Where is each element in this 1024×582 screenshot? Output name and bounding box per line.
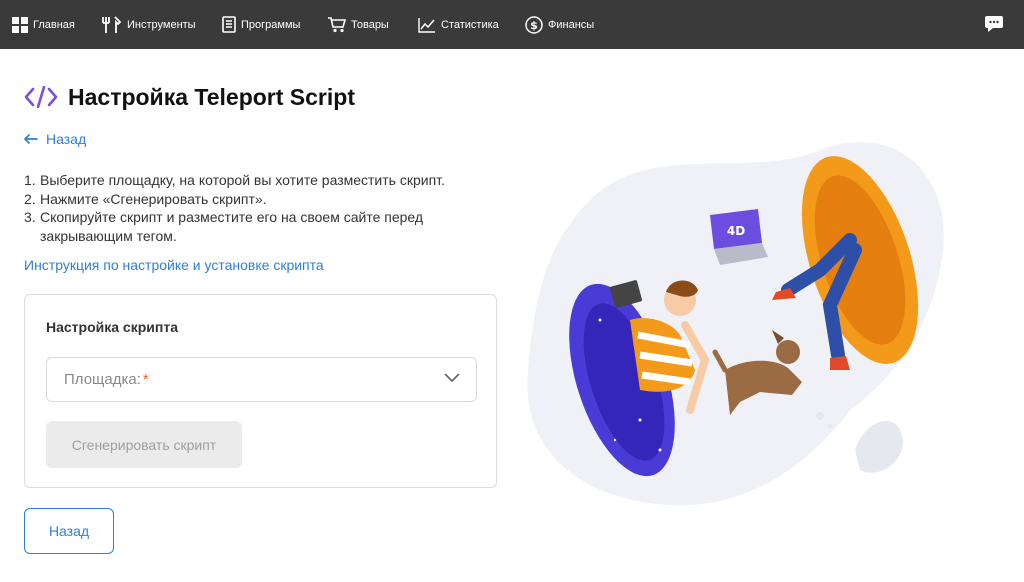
step-number: 2. xyxy=(24,190,36,207)
platform-select-label: Площадка: * xyxy=(64,371,149,388)
chat-button[interactable] xyxy=(984,14,1004,39)
nav-item-label: Главная xyxy=(33,18,75,31)
svg-text:$: $ xyxy=(530,19,538,32)
dollar-circle-icon: $ xyxy=(525,15,543,34)
nav-item-label: Товары xyxy=(351,18,389,31)
required-mark: * xyxy=(142,371,149,388)
step-text: Скопируйте скрипт и разместите его на св… xyxy=(40,209,424,244)
step-number: 3. xyxy=(24,209,36,225)
chevron-down-icon xyxy=(444,373,460,382)
chart-line-icon xyxy=(418,17,435,33)
cart-icon xyxy=(328,16,346,32)
nav-item-statistics[interactable]: Статистика xyxy=(418,0,499,49)
nav-item-label: Статистика xyxy=(441,18,499,31)
list-item: 3. Скопируйте скрипт и разместите его на … xyxy=(24,208,494,245)
svg-text:4D: 4D xyxy=(727,224,745,238)
chat-bubble-icon xyxy=(985,16,1003,32)
card-title: Настройка скрипта xyxy=(46,319,178,335)
nav-item-programs[interactable]: Программы xyxy=(222,0,300,49)
generate-script-button[interactable]: Сгенерировать скрипт xyxy=(46,421,242,468)
nav-item-home[interactable]: Главная xyxy=(12,0,75,49)
back-link-label: Назад xyxy=(46,131,87,147)
list-item: 1. Выберите площадку, на которой вы хотит… xyxy=(24,171,494,190)
nav-item-label: Инструменты xyxy=(127,18,196,31)
step-text: Выберите площадку, на которой вы хотите … xyxy=(40,172,445,188)
step-number: 1. xyxy=(24,172,36,188)
code-icon xyxy=(24,86,58,108)
back-link[interactable]: Назад xyxy=(24,131,86,147)
platform-select[interactable]: Площадка: * xyxy=(46,357,477,402)
instructions-list: 1. Выберите площадку, на которой вы хотит… xyxy=(24,171,494,245)
nav-item-finance[interactable]: $ Финансы xyxy=(525,0,594,49)
top-navigation: Главная Инструменты Программы Товары Ста… xyxy=(0,0,1024,49)
nav-item-tools[interactable]: Инструменты xyxy=(101,0,196,49)
arrow-left-icon xyxy=(24,134,38,144)
nav-item-label: Программы xyxy=(241,18,301,31)
tools-icon xyxy=(102,15,122,33)
back-button[interactable]: Назад xyxy=(24,508,114,554)
document-icon xyxy=(222,16,236,33)
grid-icon xyxy=(12,16,28,33)
nav-item-label: Финансы xyxy=(548,18,595,31)
teleport-illustration: 4D xyxy=(527,142,944,506)
page-title: Настройка Teleport Script xyxy=(68,84,355,110)
instructions-link[interactable]: Инструкция по настройке и установке скри… xyxy=(24,257,324,273)
script-settings-card: Настройка скрипта Площадка: * Сгенерирова… xyxy=(24,294,497,488)
list-item: 2. Нажмите «Сгенерировать скрипт». xyxy=(24,190,494,209)
step-text: Нажмите «Сгенерировать скрипт». xyxy=(40,190,267,207)
platform-label-text: Площадка: xyxy=(64,371,141,388)
nav-item-products[interactable]: Товары xyxy=(328,0,389,49)
